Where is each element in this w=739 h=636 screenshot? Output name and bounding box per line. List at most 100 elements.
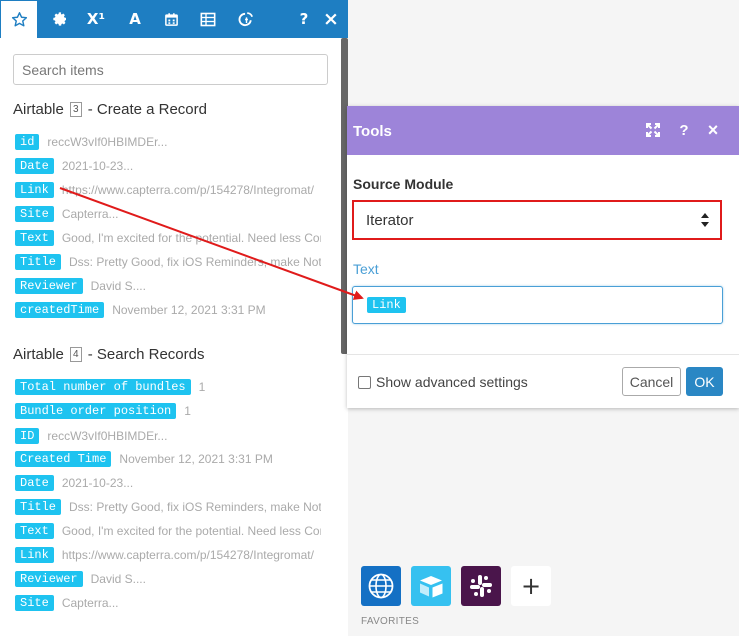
mapping-item[interactable]: Reviewer David S....	[15, 571, 311, 587]
mapping-pill[interactable]: Date	[15, 475, 54, 491]
mapping-value: Good, I'm excited for the potential. Nee…	[61, 524, 321, 538]
favorite-airtable[interactable]	[411, 566, 451, 606]
mapped-link-pill[interactable]: Link	[367, 297, 406, 313]
module-title: - Create a Record	[87, 101, 207, 118]
mapping-value: David S....	[90, 572, 146, 586]
mapping-value: 2021-10-23...	[61, 159, 134, 173]
dialog-title: Tools	[353, 123, 392, 140]
mapping-pill[interactable]: Bundle order position	[15, 403, 177, 419]
help-icon: ?	[679, 121, 689, 139]
mapping-pill[interactable]: Text	[15, 523, 54, 539]
mapping-pill[interactable]: Text	[15, 230, 54, 246]
help-button[interactable]: ?	[675, 121, 693, 139]
airtable-icon	[420, 576, 443, 598]
mapping-item[interactable]: Title Dss: Pretty Good, fix iOS Reminder…	[15, 254, 321, 270]
favorites-label: FAVORITES	[361, 616, 420, 627]
mapping-value: reccW3vIf0HBIMDEr...	[47, 135, 168, 149]
plus-icon: +	[520, 572, 542, 600]
mapping-item[interactable]: Link https://www.capterra.com/p/154278/I…	[15, 182, 321, 198]
mapping-value: Capterra...	[61, 207, 119, 221]
mapping-pill[interactable]: Reviewer	[15, 571, 83, 587]
tab-array[interactable]	[190, 0, 226, 38]
expand-button[interactable]	[644, 121, 662, 139]
tab-favorites[interactable]	[1, 1, 37, 38]
slack-icon	[470, 575, 492, 597]
cancel-button[interactable]: Cancel	[622, 367, 681, 396]
mapping-value: 2021-10-23...	[61, 476, 134, 490]
close-icon: ×	[323, 8, 339, 30]
mapping-item[interactable]: Site Capterra...	[15, 206, 312, 222]
mapping-item[interactable]: Link https://www.capterra.com/p/154278/I…	[15, 547, 321, 563]
tab-math[interactable]: X¹	[78, 0, 114, 38]
mapping-item[interactable]: ID reccW3vIf0HBIMDEr...	[15, 428, 297, 444]
advanced-settings-label: Show advanced settings	[376, 374, 528, 390]
mapping-value: Good, I'm excited for the potential. Nee…	[61, 231, 321, 245]
mapping-pill[interactable]: id	[15, 134, 40, 150]
text-label: Text	[353, 261, 379, 277]
custom-function-icon	[238, 11, 253, 26]
mapping-item[interactable]: Date 2021-10-23...	[15, 158, 312, 174]
mapping-item[interactable]: Bundle order position 1	[15, 403, 191, 419]
mapping-item[interactable]: Site Capterra...	[15, 595, 312, 611]
mapping-pill[interactable]: Site	[15, 206, 54, 222]
module-number-badge: 3	[70, 102, 82, 117]
mapping-value: https://www.capterra.com/p/154278/Integr…	[61, 548, 314, 562]
favorite-slack[interactable]	[461, 566, 501, 606]
question-icon: ?	[299, 10, 309, 28]
advanced-settings-toggle[interactable]: Show advanced settings	[358, 374, 528, 390]
mapping-item[interactable]: Date 2021-10-23...	[15, 475, 312, 491]
mapping-pill[interactable]: Link	[15, 182, 54, 198]
mapping-value: November 12, 2021 3:31 PM	[112, 303, 266, 317]
close-button[interactable]: ×	[704, 120, 722, 140]
mapping-value: David S....	[90, 279, 146, 293]
mapping-item[interactable]: Text Good, I'm excited for the potential…	[15, 230, 321, 246]
favorite-http[interactable]	[361, 566, 401, 606]
mapping-pill[interactable]: Site	[15, 595, 54, 611]
tab-general[interactable]	[42, 0, 78, 38]
module-group-title: Airtable 4 - Search Records	[13, 346, 204, 363]
dialog-divider	[347, 354, 739, 355]
mapping-pill[interactable]: Date	[15, 158, 54, 174]
mapping-value: Capterra...	[61, 596, 119, 610]
module-title: - Search Records	[87, 346, 205, 363]
mapping-pill[interactable]: Created Time	[15, 451, 112, 467]
mapping-pill[interactable]: Total number of bundles	[15, 379, 191, 395]
mapping-pill[interactable]: Title	[15, 254, 62, 270]
tab-close[interactable]: ×	[313, 0, 348, 38]
mapping-item[interactable]: Title Dss: Pretty Good, fix iOS Reminder…	[15, 499, 321, 515]
mapping-value: 1	[198, 380, 206, 394]
star-icon	[11, 12, 27, 27]
gear-icon	[53, 12, 66, 26]
add-favorite-button[interactable]: +	[511, 566, 551, 606]
superscript-icon: X¹	[86, 10, 106, 28]
mapping-value: 1	[184, 404, 191, 418]
tab-date[interactable]	[153, 0, 189, 38]
mapping-value: reccW3vIf0HBIMDEr...	[47, 429, 168, 443]
mapping-pill[interactable]: Link	[15, 547, 54, 563]
mapping-pill[interactable]: createdTime	[15, 302, 105, 318]
mapping-item[interactable]: Text Good, I'm excited for the potential…	[15, 523, 321, 539]
source-module-value: Iterator	[366, 211, 414, 229]
mapping-item[interactable]: Created Time November 12, 2021 3:31 PM	[15, 451, 329, 467]
tab-custom[interactable]	[228, 0, 264, 38]
dialog-header: Tools ? ×	[347, 106, 739, 155]
module-app-name: Airtable	[13, 346, 64, 363]
mapping-pill[interactable]: Title	[15, 499, 62, 515]
mapping-item[interactable]: id reccW3vIf0HBIMDEr...	[15, 134, 297, 150]
module-number-badge: 4	[70, 347, 82, 362]
text-input[interactable]: Link	[352, 286, 723, 324]
mapping-item[interactable]: Total number of bundles 1	[15, 379, 205, 395]
expand-icon	[646, 123, 660, 137]
mapping-pill[interactable]: ID	[15, 428, 40, 444]
mapping-pill[interactable]: Reviewer	[15, 278, 83, 294]
advanced-settings-checkbox[interactable]	[358, 375, 371, 389]
source-module-select[interactable]: Iterator	[352, 200, 722, 240]
mapping-value: November 12, 2021 3:31 PM	[119, 452, 273, 466]
mapping-item[interactable]: Reviewer David S....	[15, 278, 311, 294]
tab-text[interactable]: A	[117, 0, 153, 38]
source-module-label: Source Module	[353, 176, 454, 192]
tools-dialog: Tools ? × Source Module Iterator Text Li…	[347, 106, 739, 408]
ok-button[interactable]: OK	[686, 367, 723, 396]
mapping-item[interactable]: createdTime November 12, 2021 3:31 PM	[15, 302, 322, 318]
search-input[interactable]	[13, 54, 328, 85]
